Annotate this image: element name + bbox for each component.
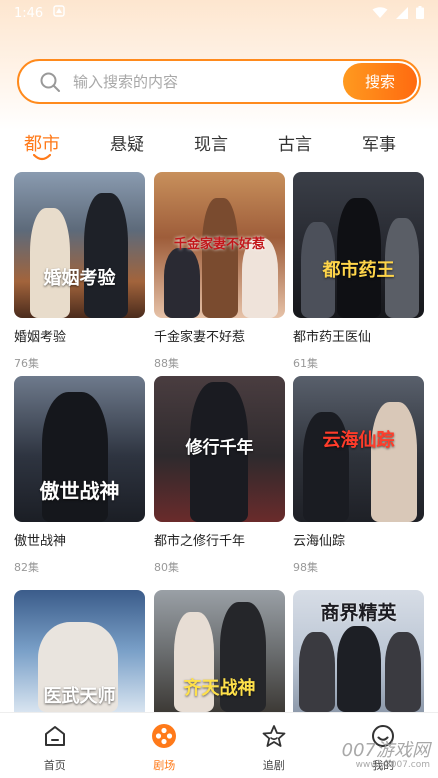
tab-label: 悬疑 bbox=[110, 135, 144, 155]
drama-card[interactable]: 傲世战神 傲世战神 82集 bbox=[14, 376, 145, 575]
drama-card[interactable]: 千金家妻不好惹 千金家妻不好惹 88集 bbox=[154, 172, 285, 371]
drama-card[interactable]: 婚姻考验 婚姻考验 76集 bbox=[14, 172, 145, 371]
nav-home[interactable]: 首页 bbox=[0, 713, 110, 778]
status-bar: 1:46 bbox=[0, 0, 438, 26]
tab-label: 古言 bbox=[278, 135, 312, 155]
drama-poster[interactable]: 医武天师 bbox=[14, 590, 145, 712]
episode-count: 88集 bbox=[154, 357, 179, 370]
poster-title: 婚姻考验 bbox=[43, 268, 116, 289]
poster-figure bbox=[385, 632, 421, 712]
poster-title: 齐天战神 bbox=[183, 678, 256, 699]
drama-poster[interactable]: 千金家妻不好惹 bbox=[154, 172, 285, 318]
drama-title[interactable]: 傲世战神 bbox=[14, 530, 145, 549]
nav-label: 剧场 bbox=[153, 759, 176, 772]
notification-icon bbox=[53, 5, 65, 21]
signal-icon bbox=[396, 4, 408, 23]
drama-title[interactable]: 婚姻考验 bbox=[14, 326, 145, 345]
tab-active-indicator bbox=[33, 154, 51, 161]
home-icon bbox=[42, 723, 68, 753]
drama-title[interactable]: 都市之修行千年 bbox=[154, 530, 285, 549]
poster-figure bbox=[84, 193, 128, 318]
tab-label: 都市 bbox=[24, 134, 60, 155]
drama-poster[interactable]: 云海仙踪 bbox=[293, 376, 424, 522]
drama-title[interactable]: 云海仙踪 bbox=[293, 530, 424, 549]
tab-dushi[interactable]: 都市 bbox=[24, 130, 60, 161]
site-watermark: 007游戏网 www.y3007.com bbox=[342, 736, 430, 770]
drama-poster[interactable]: 商界精英 bbox=[293, 590, 424, 712]
poster-title: 修行千年 bbox=[185, 438, 254, 458]
nav-theater[interactable]: 剧场 bbox=[110, 713, 220, 778]
poster-title: 医武天师 bbox=[43, 686, 116, 707]
nav-label: 追剧 bbox=[262, 759, 285, 772]
drama-card[interactable]: 修行千年 都市之修行千年 80集 bbox=[154, 376, 285, 575]
drama-poster[interactable]: 傲世战神 bbox=[14, 376, 145, 522]
watermark-text: 007游戏网 bbox=[341, 740, 430, 761]
poster-figure bbox=[337, 626, 381, 712]
episode-count: 80集 bbox=[154, 561, 179, 574]
drama-card[interactable]: 都市药王 都市药王医仙 61集 bbox=[293, 172, 424, 371]
nav-follow[interactable]: 追剧 bbox=[219, 713, 329, 778]
poster-figure bbox=[299, 632, 335, 712]
wifi-icon bbox=[372, 4, 388, 23]
poster-title: 傲世战神 bbox=[39, 479, 120, 503]
search-bar[interactable]: 输入搜索的内容 搜索 bbox=[17, 59, 421, 104]
tab-xianyan[interactable]: 现言 bbox=[194, 130, 228, 155]
poster-figure bbox=[371, 402, 417, 522]
episode-count: 76集 bbox=[14, 357, 39, 370]
drama-poster[interactable]: 婚姻考验 bbox=[14, 172, 145, 318]
poster-title: 都市药王 bbox=[322, 260, 395, 281]
poster-title: 千金家妻不好惹 bbox=[173, 237, 265, 252]
poster-figure bbox=[202, 198, 238, 318]
tab-label: 军事 bbox=[362, 135, 396, 155]
star-tv-icon bbox=[261, 723, 287, 753]
tab-junshi[interactable]: 军事 bbox=[362, 130, 396, 155]
drama-card[interactable]: 齐天战神 bbox=[154, 590, 285, 712]
poster-figure bbox=[164, 248, 200, 318]
drama-card[interactable]: 医武天师 bbox=[14, 590, 145, 712]
category-tabs: 都市 悬疑 现言 古言 军事 bbox=[0, 130, 438, 161]
drama-poster[interactable]: 齐天战神 bbox=[154, 590, 285, 712]
search-icon bbox=[39, 71, 61, 93]
battery-icon bbox=[416, 4, 424, 23]
watermark-url: www.y3007.com bbox=[355, 760, 430, 770]
drama-poster[interactable]: 都市药王 bbox=[293, 172, 424, 318]
tab-guyan[interactable]: 古言 bbox=[278, 130, 312, 155]
poster-title: 商界精英 bbox=[320, 602, 397, 624]
episode-count: 98集 bbox=[293, 561, 318, 574]
search-button[interactable]: 搜索 bbox=[343, 63, 417, 100]
tab-xuanyi[interactable]: 悬疑 bbox=[110, 130, 144, 155]
episode-count: 61集 bbox=[293, 357, 318, 370]
tab-label: 现言 bbox=[194, 135, 228, 155]
poster-figure bbox=[30, 208, 70, 318]
episode-count: 82集 bbox=[14, 561, 39, 574]
status-time: 1:46 bbox=[14, 5, 44, 21]
drama-card[interactable]: 云海仙踪 云海仙踪 98集 bbox=[293, 376, 424, 575]
drama-title[interactable]: 都市药王医仙 bbox=[293, 326, 424, 345]
theater-reel-icon bbox=[151, 723, 177, 753]
poster-title: 云海仙踪 bbox=[322, 430, 395, 451]
drama-title[interactable]: 千金家妻不好惹 bbox=[154, 326, 285, 345]
drama-card[interactable]: 商界精英 bbox=[293, 590, 424, 712]
nav-label: 首页 bbox=[43, 759, 66, 772]
drama-poster[interactable]: 修行千年 bbox=[154, 376, 285, 522]
